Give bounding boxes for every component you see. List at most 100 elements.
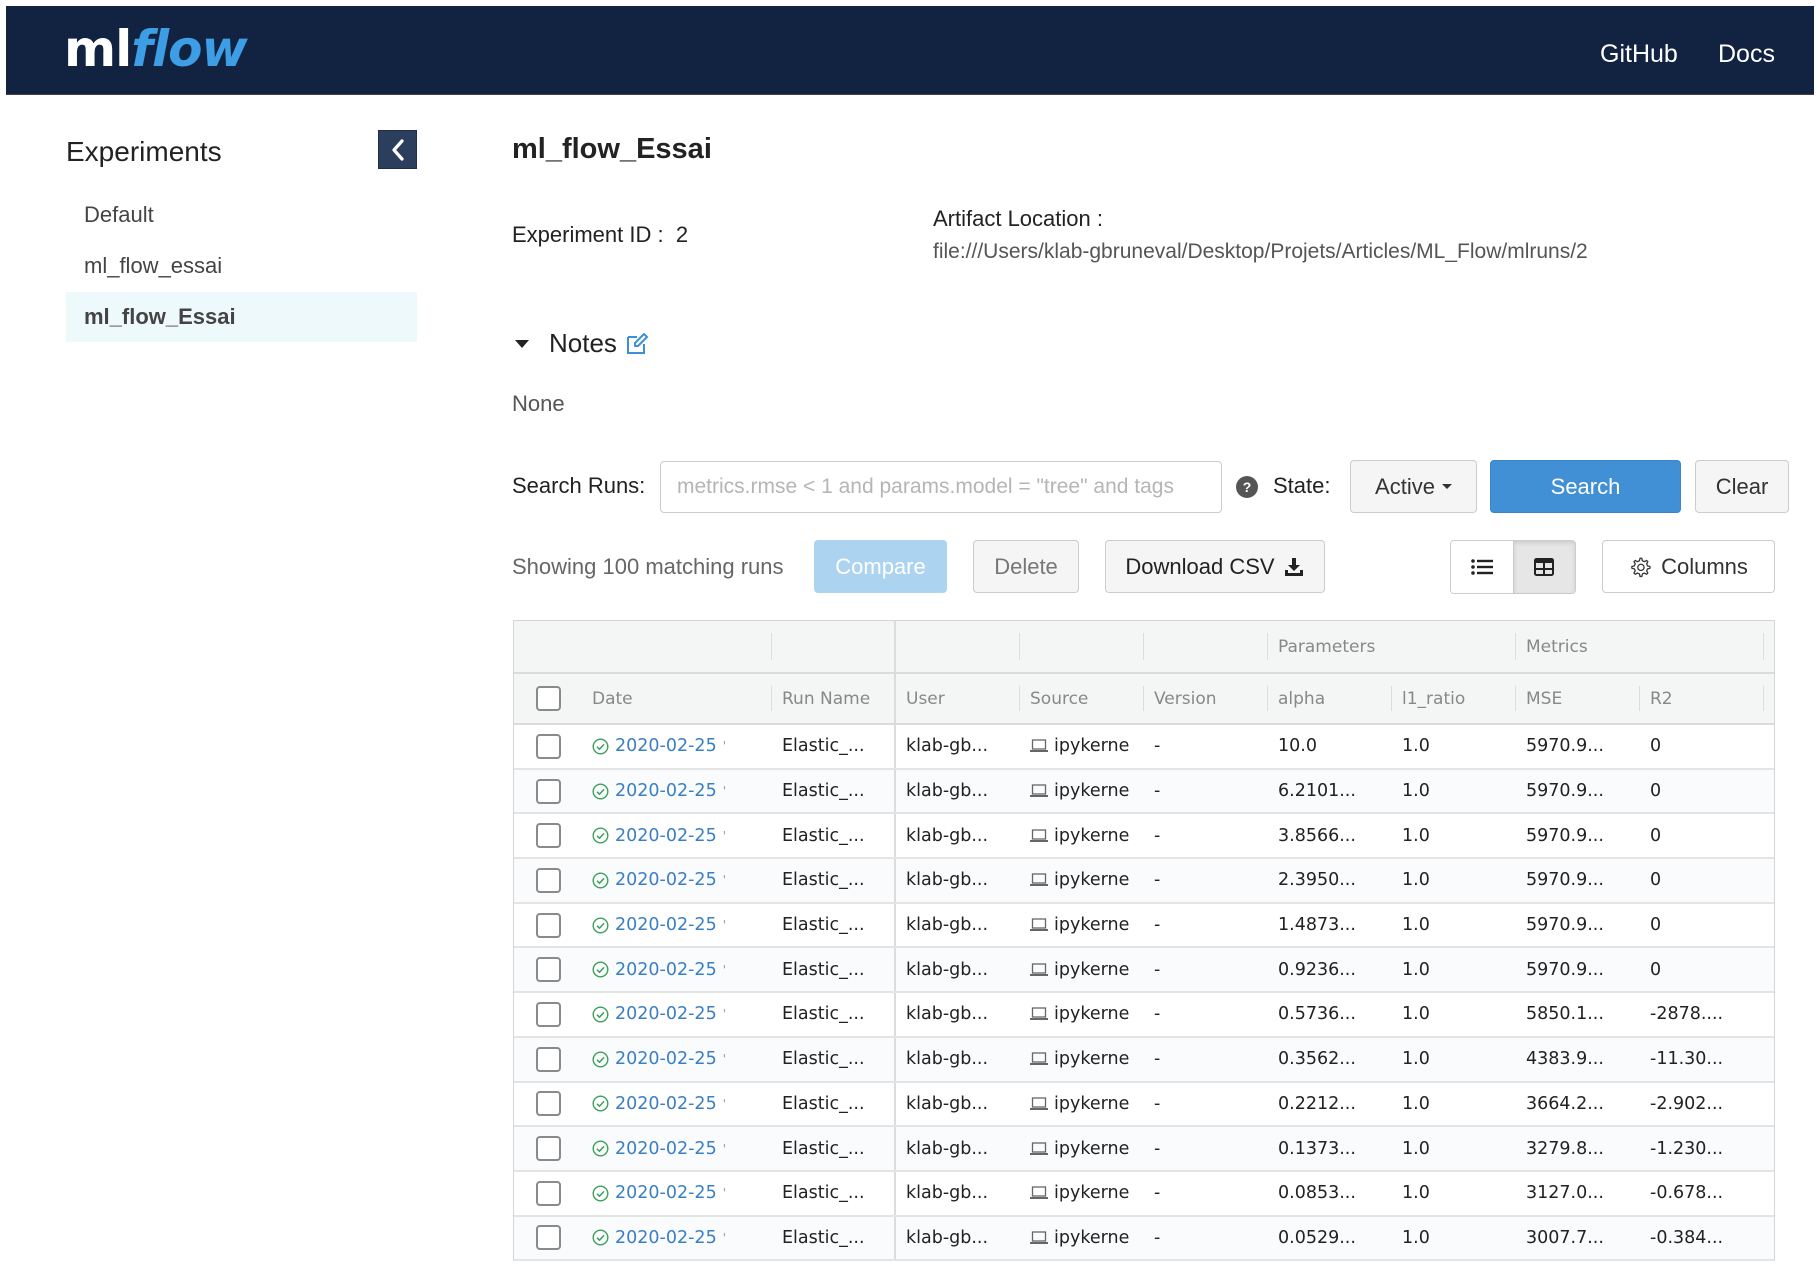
edit-icon[interactable] [625, 332, 649, 356]
search-runs-input[interactable] [660, 461, 1222, 513]
column-header-source[interactable]: Source [1020, 674, 1144, 723]
alpha-cell: 0.9236... [1278, 959, 1356, 980]
table-row[interactable]: 2020-02-25 ' Elastic_... klab-gb... ipyke… [514, 859, 1774, 904]
columns-button[interactable]: Columns [1602, 540, 1775, 593]
check-circle-icon [592, 1095, 609, 1112]
column-header-date[interactable]: Date [582, 674, 772, 723]
column-header-alpha[interactable]: alpha [1268, 674, 1392, 723]
column-header-l1-ratio[interactable]: l1_ratio [1392, 674, 1516, 723]
help-icon[interactable]: ? [1236, 476, 1258, 498]
row-checkbox[interactable] [535, 1136, 561, 1162]
mlflow-logo[interactable]: ml flow [64, 14, 248, 84]
table-row[interactable]: 2020-02-25 ' Elastic_... klab-gb... ipyke… [514, 769, 1774, 815]
sidebar-item-ml-flow-essai[interactable]: ml_flow_essai [66, 241, 417, 291]
table-row[interactable]: 2020-02-25 ' Elastic_... klab-gb... ipyke… [514, 1216, 1774, 1262]
table-row[interactable]: 2020-02-25 ' Elastic_... klab-gb... ipyke… [514, 1037, 1774, 1083]
row-select-cell [514, 1083, 582, 1126]
user-cell: klab-gb... [906, 825, 989, 846]
table-row[interactable]: 2020-02-25 ' Elastic_... klab-gb... ipyke… [514, 1171, 1774, 1217]
run-date-text: 2020-02-25 [615, 781, 717, 802]
source-text[interactable]: ipykerne [1054, 1004, 1129, 1024]
columns-label: Columns [1661, 553, 1748, 579]
sidebar-item-default[interactable]: Default [66, 190, 417, 240]
row-checkbox[interactable] [535, 1180, 561, 1206]
r2-cell: -0.678... [1650, 1183, 1724, 1204]
state-dropdown[interactable]: Active [1350, 460, 1477, 513]
row-checkbox[interactable] [535, 1091, 561, 1117]
experiment-id-value: 2 [675, 222, 689, 247]
collapse-sidebar-button[interactable] [378, 130, 417, 169]
row-checkbox[interactable] [535, 778, 561, 804]
nav-link-github[interactable]: GitHub [1600, 40, 1678, 69]
column-header-mse[interactable]: MSE [1516, 674, 1640, 723]
run-date-link[interactable]: 2020-02-25 ' [592, 1094, 726, 1114]
run-date-link[interactable]: 2020-02-25 ' [592, 870, 726, 890]
run-date-text: 2020-02-25 [615, 1004, 717, 1025]
table-row[interactable]: 2020-02-25 ' Elastic_... klab-gb... ipyke… [514, 993, 1774, 1038]
run-date-link[interactable]: 2020-02-25 ' [592, 736, 726, 756]
run-date-link[interactable]: 2020-02-25 ' [592, 960, 726, 980]
column-header-r2[interactable]: R2 [1640, 674, 1764, 723]
source-text[interactable]: ipykerne [1054, 870, 1129, 890]
row-select-cell [514, 770, 582, 813]
source-text[interactable]: ipykerne [1054, 960, 1129, 980]
grid-view-button[interactable] [1512, 541, 1575, 593]
row-checkbox[interactable] [535, 1001, 561, 1027]
user-cell: klab-gb... [906, 781, 989, 802]
state-label: State: [1273, 473, 1331, 498]
run-date-link[interactable]: 2020-02-25 ' [592, 915, 726, 935]
table-row[interactable]: 2020-02-25 ' Elastic_... klab-gb... ipyke… [514, 814, 1774, 860]
row-checkbox[interactable] [535, 733, 561, 759]
list-view-button[interactable] [1451, 541, 1513, 593]
source-text[interactable]: ipykerne [1054, 1183, 1129, 1203]
table-row[interactable]: 2020-02-25 ' Elastic_... klab-gb... ipyke… [514, 948, 1774, 994]
notes-toggle[interactable]: Notes [515, 328, 649, 359]
column-header-run-name[interactable]: Run Name [772, 674, 896, 723]
column-header-version[interactable]: Version [1144, 674, 1268, 723]
row-select-cell [514, 1127, 582, 1170]
run-date-link[interactable]: 2020-02-25 ' [592, 826, 726, 846]
date-cell: 2020-02-25 ' [582, 859, 772, 902]
table-row[interactable]: 2020-02-25 ' Elastic_... klab-gb... ipyke… [514, 725, 1774, 770]
mse-cell: 5970.9... [1526, 959, 1604, 980]
row-checkbox[interactable] [535, 957, 561, 983]
search-button[interactable]: Search [1490, 460, 1681, 513]
table-row[interactable]: 2020-02-25 ' Elastic_... klab-gb... ipyke… [514, 1082, 1774, 1128]
clear-button[interactable]: Clear [1695, 460, 1789, 513]
source-text[interactable]: ipykerne [1054, 1228, 1129, 1248]
source-cell: ipykerne [1020, 1127, 1144, 1170]
column-header-user[interactable]: User [896, 674, 1020, 723]
row-checkbox[interactable] [535, 912, 561, 938]
nav-link-docs[interactable]: Docs [1718, 40, 1775, 69]
run-date-link[interactable]: 2020-02-25 ' [592, 1183, 726, 1203]
download-csv-button[interactable]: Download CSV [1105, 540, 1325, 593]
delete-button[interactable]: Delete [973, 540, 1079, 593]
run-date-text: 2020-02-25 [615, 959, 717, 980]
download-icon [1283, 556, 1305, 578]
alpha-cell: 0.1373... [1278, 1138, 1356, 1159]
source-text[interactable]: ipykerne [1054, 1094, 1129, 1114]
run-date-link[interactable]: 2020-02-25 ' [592, 1228, 726, 1248]
source-text[interactable]: ipykerne [1054, 826, 1129, 846]
check-circle-icon [592, 872, 609, 889]
run-date-link[interactable]: 2020-02-25 ' [592, 1049, 726, 1069]
source-text[interactable]: ipykerne [1054, 781, 1129, 801]
run-date-link[interactable]: 2020-02-25 ' [592, 1004, 726, 1024]
source-text[interactable]: ipykerne [1054, 1139, 1129, 1159]
compare-button[interactable]: Compare [814, 540, 947, 593]
source-text[interactable]: ipykerne [1054, 1049, 1129, 1069]
run-date-link[interactable]: 2020-02-25 ' [592, 1139, 726, 1159]
source-text[interactable]: ipykerne [1054, 736, 1129, 756]
run-date-link[interactable]: 2020-02-25 ' [592, 781, 726, 801]
r2-cell: 0 [1650, 781, 1662, 802]
source-text[interactable]: ipykerne [1054, 915, 1129, 935]
row-checkbox[interactable] [535, 823, 561, 849]
row-checkbox[interactable] [535, 867, 561, 893]
sidebar-item-ml-flow-Essai[interactable]: ml_flow_Essai [66, 292, 417, 342]
laptop-icon [1030, 963, 1048, 977]
table-row[interactable]: 2020-02-25 ' Elastic_... klab-gb... ipyke… [514, 903, 1774, 949]
row-checkbox[interactable] [535, 1225, 561, 1251]
row-checkbox[interactable] [535, 1046, 561, 1072]
select-all-checkbox[interactable] [535, 686, 561, 711]
table-row[interactable]: 2020-02-25 ' Elastic_... klab-gb... ipyke… [514, 1127, 1774, 1172]
